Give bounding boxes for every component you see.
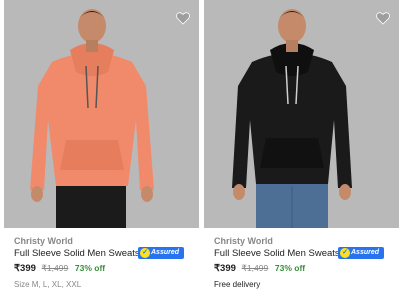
- assured-label: Assured: [351, 249, 380, 256]
- assured-badge: ✓ Assured: [138, 247, 184, 259]
- product-card[interactable]: Christy World Full Sleeve Solid Men Swea…: [204, 0, 399, 292]
- price-row: ₹399 ₹1,499 73% off: [14, 263, 105, 274]
- selling-price: ₹399: [214, 263, 236, 274]
- delivery-info: Free delivery: [214, 280, 261, 289]
- product-card[interactable]: Christy World Full Sleeve Solid Men Swea…: [4, 0, 199, 292]
- discount-percent: 73% off: [274, 263, 306, 273]
- assured-badge: ✓ Assured: [338, 247, 384, 259]
- selling-price: ₹399: [14, 263, 36, 274]
- product-image[interactable]: [4, 0, 199, 228]
- product-image[interactable]: [204, 0, 399, 228]
- product-brand: Christy World: [214, 236, 273, 246]
- heart-icon[interactable]: [375, 10, 391, 26]
- product-title[interactable]: Full Sleeve Solid Men Sweatshirt: [214, 248, 353, 259]
- product-grid: Christy World Full Sleeve Solid Men Swea…: [0, 0, 400, 292]
- heart-icon[interactable]: [175, 10, 191, 26]
- discount-percent: 73% off: [74, 263, 106, 273]
- flipkart-assured-icon: ✓: [140, 248, 150, 258]
- price-row: ₹399 ₹1,499 73% off: [214, 263, 305, 274]
- flipkart-assured-icon: ✓: [340, 248, 350, 258]
- original-price: ₹1,499: [41, 263, 69, 273]
- assured-label: Assured: [151, 249, 180, 256]
- product-brand: Christy World: [14, 236, 73, 246]
- product-title[interactable]: Full Sleeve Solid Men Sweatshirt: [14, 248, 153, 259]
- size-info: Size M, L, XL, XXL: [14, 280, 82, 289]
- original-price: ₹1,499: [241, 263, 269, 273]
